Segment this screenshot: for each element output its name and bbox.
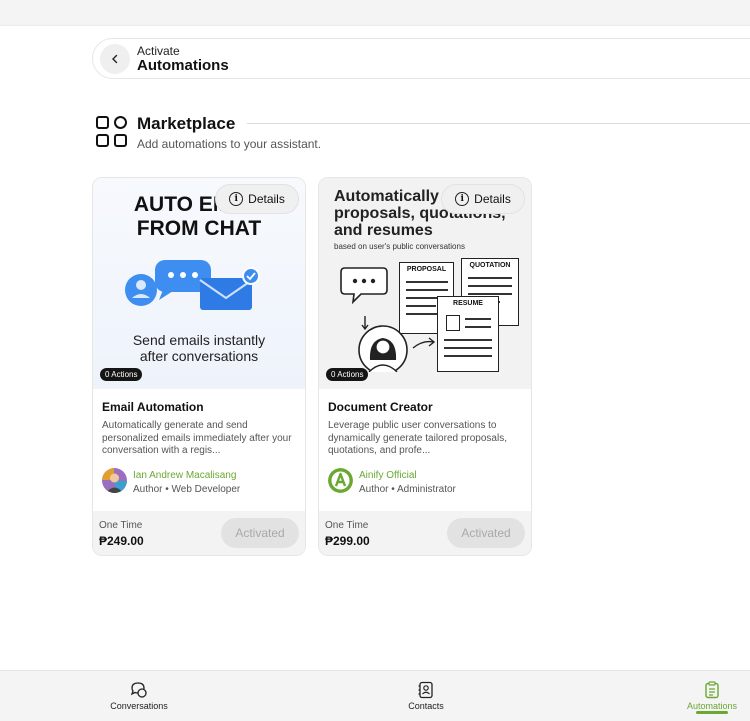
activated-button[interactable]: Activated	[447, 518, 525, 548]
author-role: Author • Web Developer	[133, 484, 241, 495]
price: ₱299.00	[325, 534, 370, 548]
chat-bubble-icon	[340, 267, 388, 305]
contact-book-icon	[418, 681, 433, 699]
chevron-left-icon	[112, 54, 118, 64]
price-type: One Time	[99, 520, 143, 531]
card-footer: One Time ₱249.00 Activated	[93, 511, 305, 555]
details-button[interactable]: i Details	[441, 184, 525, 214]
thumbnail-tagline: Send emails instantly after conversation…	[132, 332, 266, 364]
activated-button[interactable]: Activated	[221, 518, 299, 548]
back-button[interactable]	[100, 44, 130, 74]
section-subtitle: Add automations to your assistant.	[137, 137, 322, 151]
details-button[interactable]: i Details	[215, 184, 299, 214]
card-title: Email Automation	[102, 400, 204, 414]
card-description: Leverage public user conversations to dy…	[328, 420, 507, 456]
price: ₱249.00	[99, 534, 144, 548]
actions-badge: 0 Actions	[326, 368, 369, 381]
card-description: Automatically generate and send personal…	[102, 420, 292, 456]
automation-card-document[interactable]: Automatically generate proposals, quotat…	[318, 177, 532, 556]
author-role: Author • Administrator	[359, 484, 456, 495]
avatar	[328, 468, 353, 493]
automation-card-email[interactable]: AUTO EMAIL FROM CHAT Send emails instant…	[92, 177, 306, 556]
price-type: One Time	[325, 520, 369, 531]
info-icon: i	[229, 192, 244, 206]
resume-document: RESUME	[437, 296, 499, 372]
bottom-navigation: Conversations Contacts Automations	[0, 670, 750, 721]
info-icon: i	[455, 192, 470, 206]
page-header: Activate Automations	[92, 38, 750, 79]
header-subtitle: Activate	[137, 44, 180, 58]
section-title: Marketplace	[137, 114, 236, 133]
section-divider	[247, 123, 750, 124]
actions-badge: 0 Actions	[100, 368, 143, 381]
clipboard-icon	[705, 681, 719, 699]
user-avatar-illustration	[358, 316, 436, 372]
author-name-link[interactable]: Ian Andrew Macalisang	[133, 470, 236, 481]
page-title: Automations	[137, 57, 229, 74]
apps-grid-icon	[96, 116, 127, 147]
author-name-link[interactable]: Ainify Official	[359, 470, 417, 481]
active-tab-indicator	[696, 711, 728, 714]
thumbnail-subline: based on user's public conversations	[334, 242, 465, 251]
chat-bubbles-icon	[130, 682, 147, 698]
nav-item-conversations[interactable]: Conversations	[94, 671, 184, 721]
card-footer: One Time ₱299.00 Activated	[319, 511, 531, 555]
nav-item-contacts[interactable]: Contacts	[381, 671, 471, 721]
top-bar	[0, 0, 750, 26]
card-title: Document Creator	[328, 400, 433, 414]
avatar	[102, 468, 127, 493]
email-chat-illustration	[125, 260, 260, 310]
